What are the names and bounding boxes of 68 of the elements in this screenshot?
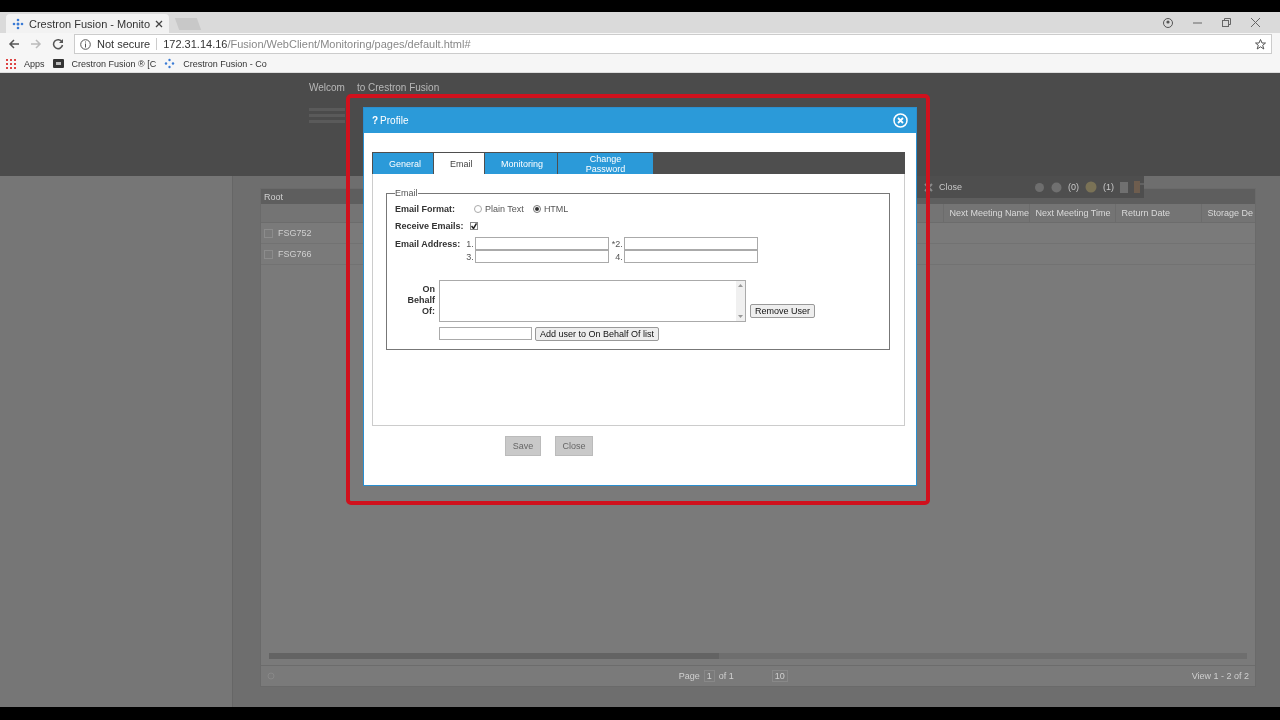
remove-user-button[interactable]: Remove User bbox=[750, 304, 815, 318]
bookmark[interactable]: Crestron Fusion ® [C bbox=[71, 58, 157, 69]
welcome-heading: Welcom bbox=[309, 82, 345, 93]
input-field[interactable] bbox=[474, 250, 609, 263]
count-label: (1) bbox=[1103, 182, 1114, 192]
radio-button[interactable] bbox=[532, 205, 541, 213]
column-header[interactable]: Next Meeting Time bbox=[1029, 204, 1116, 222]
field-label: Email Address: bbox=[395, 239, 461, 249]
page-field[interactable]: 1 bbox=[703, 670, 715, 682]
dots-logo-icon bbox=[164, 58, 176, 69]
grid-title: Root bbox=[264, 191, 283, 202]
input-field[interactable] bbox=[474, 237, 609, 250]
url-text: 172.31.14.16/Fusion/WebClient/Monitoring/pages/default.html# bbox=[163, 38, 471, 50]
dialog-button[interactable]: Save bbox=[505, 436, 541, 456]
list-box[interactable] bbox=[439, 280, 746, 322]
security-label: Not secure bbox=[97, 38, 151, 50]
input-field[interactable] bbox=[439, 327, 532, 340]
dialog-button[interactable]: Close bbox=[555, 436, 593, 456]
radio-label[interactable]: HTML bbox=[543, 204, 569, 214]
table-cell: FSG752 bbox=[278, 228, 312, 238]
reload-icon[interactable] bbox=[52, 38, 64, 50]
input-field[interactable] bbox=[623, 237, 758, 250]
dots-logo-icon bbox=[12, 17, 24, 30]
page-size-select[interactable]: 10 bbox=[771, 670, 788, 682]
count-label: (0) bbox=[1068, 182, 1079, 192]
field-number: 4. bbox=[614, 251, 623, 262]
group-legend: Email bbox=[395, 188, 418, 198]
person-icon[interactable] bbox=[1163, 17, 1173, 28]
page-label: Page bbox=[678, 671, 700, 681]
field-label: Email Format: bbox=[395, 204, 455, 214]
tab[interactable]: Email bbox=[434, 153, 484, 174]
bookmark-favicon-icon bbox=[52, 59, 64, 68]
field-label: Receive Emails: bbox=[395, 221, 464, 231]
scroll-up-icon[interactable] bbox=[738, 284, 743, 287]
field-label: On Behalf Of: bbox=[406, 284, 435, 317]
checkbox[interactable] bbox=[469, 222, 478, 230]
bookmark[interactable]: Crestron Fusion - Co bbox=[183, 58, 267, 69]
browser-tab[interactable]: Crestron Fusion - Monito bbox=[6, 14, 170, 33]
tab[interactable]: Monitoring bbox=[485, 153, 557, 174]
bookmark[interactable]: Apps bbox=[24, 58, 45, 69]
field-number: 1. bbox=[466, 238, 474, 249]
close-link[interactable]: Close bbox=[939, 182, 962, 192]
radio-label[interactable]: Plain Text bbox=[485, 204, 524, 214]
star-icon[interactable] bbox=[1255, 38, 1266, 50]
column-header[interactable]: Return Date bbox=[1115, 204, 1202, 222]
document-icon[interactable] bbox=[1120, 181, 1128, 193]
address-bar[interactable]: Not secure 172.31.14.16/Fusion/WebClient/Monitoring/pages/default.html# bbox=[74, 34, 1272, 54]
column-header[interactable]: Storage De bbox=[1201, 204, 1255, 222]
tab[interactable]: General bbox=[373, 153, 433, 174]
back-icon[interactable] bbox=[8, 38, 20, 50]
page-count: of 1 bbox=[718, 671, 734, 681]
input-field[interactable] bbox=[623, 250, 758, 263]
scroll-down-icon[interactable] bbox=[738, 315, 743, 318]
welcome-heading: to Crestron Fusion bbox=[356, 82, 440, 93]
forward-icon[interactable] bbox=[30, 38, 42, 50]
info-icon bbox=[80, 38, 91, 50]
field-number: *2. bbox=[611, 238, 623, 249]
help-icon[interactable]: ? bbox=[372, 115, 379, 126]
view-count: View 1 - 2 of 2 bbox=[1191, 671, 1249, 681]
restore-icon[interactable] bbox=[1222, 17, 1231, 27]
field-number: 3. bbox=[466, 251, 474, 262]
add-user-button[interactable]: Add user to On Behalf Of list bbox=[535, 327, 660, 341]
column-header[interactable]: Next Meeting Name bbox=[943, 204, 1030, 222]
apps-grid-icon[interactable] bbox=[6, 58, 16, 69]
tab[interactable]: Change Password bbox=[558, 153, 653, 174]
table-cell: FSG766 bbox=[278, 249, 312, 259]
dialog-title: Profile bbox=[380, 115, 409, 126]
radio-button[interactable] bbox=[474, 205, 482, 213]
